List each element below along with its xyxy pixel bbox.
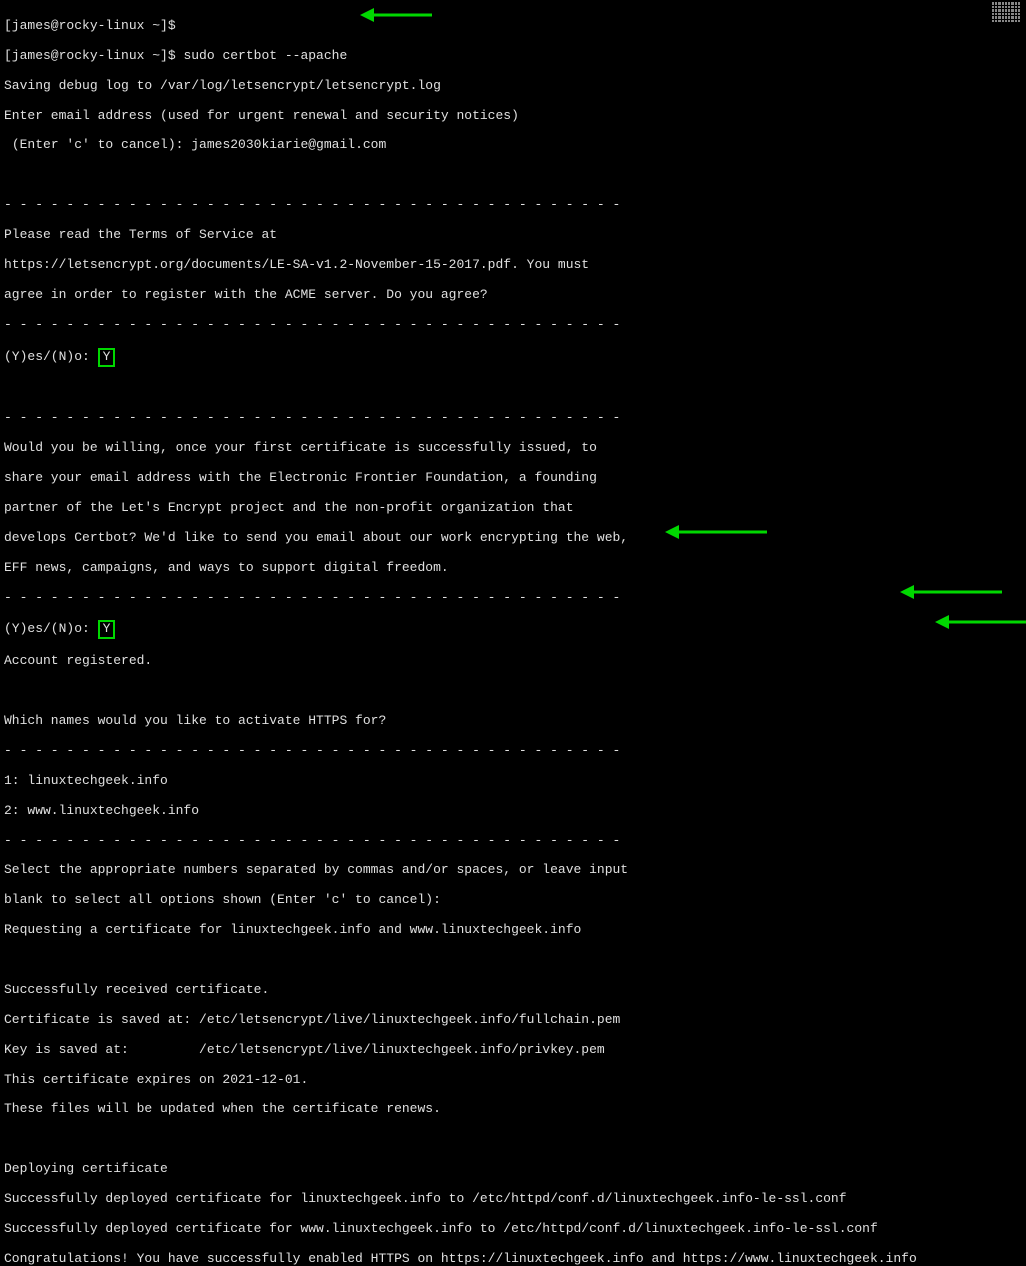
output-line: Saving debug log to /var/log/letsencrypt… <box>4 79 1022 94</box>
output-line: EFF news, campaigns, and ways to support… <box>4 561 1022 576</box>
separator-line: - - - - - - - - - - - - - - - - - - - - … <box>4 411 1022 426</box>
annotation-arrow <box>935 612 1026 632</box>
prompt-line[interactable]: (Y)es/(N)o: Y <box>4 348 1022 367</box>
annotation-arrow <box>665 522 775 542</box>
output-line <box>4 1132 1022 1147</box>
output-line <box>4 953 1022 968</box>
output-line: 2: www.linuxtechgeek.info <box>4 804 1022 819</box>
prompt-line[interactable]: (Y)es/(N)o: Y <box>4 620 1022 639</box>
output-line: Congratulations! You have successfully e… <box>4 1252 1022 1266</box>
output-line: Enter email address (used for urgent ren… <box>4 109 1022 124</box>
terminal-output[interactable]: [james@rocky-linux ~]$ [james@rocky-linu… <box>4 4 1022 1266</box>
command-text: sudo certbot --apache <box>183 48 347 63</box>
annotation-arrow <box>900 582 1010 602</box>
output-line: Would you be willing, once your first ce… <box>4 441 1022 456</box>
output-line: Select the appropriate numbers separated… <box>4 863 1022 878</box>
output-line: develops Certbot? We'd like to send you … <box>4 531 1022 546</box>
output-line: (Enter 'c' to cancel): james2030kiarie@g… <box>4 138 1022 153</box>
keyboard-grid-icon <box>992 2 1020 22</box>
yes-no-prompt: (Y)es/(N)o: <box>4 349 98 364</box>
output-line <box>4 684 1022 699</box>
output-line: Key is saved at: /etc/letsencrypt/live/l… <box>4 1043 1022 1058</box>
command-line: [james@rocky-linux ~]$ sudo certbot --ap… <box>4 49 1022 64</box>
annotation-arrow <box>360 5 440 25</box>
output-line: Successfully received certificate. <box>4 983 1022 998</box>
separator-line: - - - - - - - - - - - - - - - - - - - - … <box>4 744 1022 759</box>
output-line: Please read the Terms of Service at <box>4 228 1022 243</box>
prompt-line: [james@rocky-linux ~]$ <box>4 19 1022 34</box>
output-line: Which names would you like to activate H… <box>4 714 1022 729</box>
answer-highlight: Y <box>98 348 116 367</box>
output-line: This certificate expires on 2021-12-01. <box>4 1073 1022 1088</box>
output-line <box>4 168 1022 183</box>
output-line: blank to select all options shown (Enter… <box>4 893 1022 908</box>
output-line: Certificate is saved at: /etc/letsencryp… <box>4 1013 1022 1028</box>
separator-line: - - - - - - - - - - - - - - - - - - - - … <box>4 198 1022 213</box>
output-line: Successfully deployed certificate for li… <box>4 1192 1022 1207</box>
output-line <box>4 381 1022 396</box>
output-line: Requesting a certificate for linuxtechge… <box>4 923 1022 938</box>
output-line: https://letsencrypt.org/documents/LE-SA-… <box>4 258 1022 273</box>
output-line: Account registered. <box>4 654 1022 669</box>
separator-line: - - - - - - - - - - - - - - - - - - - - … <box>4 834 1022 849</box>
output-line: Deploying certificate <box>4 1162 1022 1177</box>
output-line: Successfully deployed certificate for ww… <box>4 1222 1022 1237</box>
answer-highlight: Y <box>98 620 116 639</box>
separator-line: - - - - - - - - - - - - - - - - - - - - … <box>4 591 1022 606</box>
prompt: [james@rocky-linux ~]$ <box>4 48 183 63</box>
output-line: agree in order to register with the ACME… <box>4 288 1022 303</box>
separator-line: - - - - - - - - - - - - - - - - - - - - … <box>4 318 1022 333</box>
output-line: These files will be updated when the cer… <box>4 1102 1022 1117</box>
output-line: share your email address with the Electr… <box>4 471 1022 486</box>
yes-no-prompt: (Y)es/(N)o: <box>4 621 98 636</box>
output-line: partner of the Let's Encrypt project and… <box>4 501 1022 516</box>
output-line: 1: linuxtechgeek.info <box>4 774 1022 789</box>
